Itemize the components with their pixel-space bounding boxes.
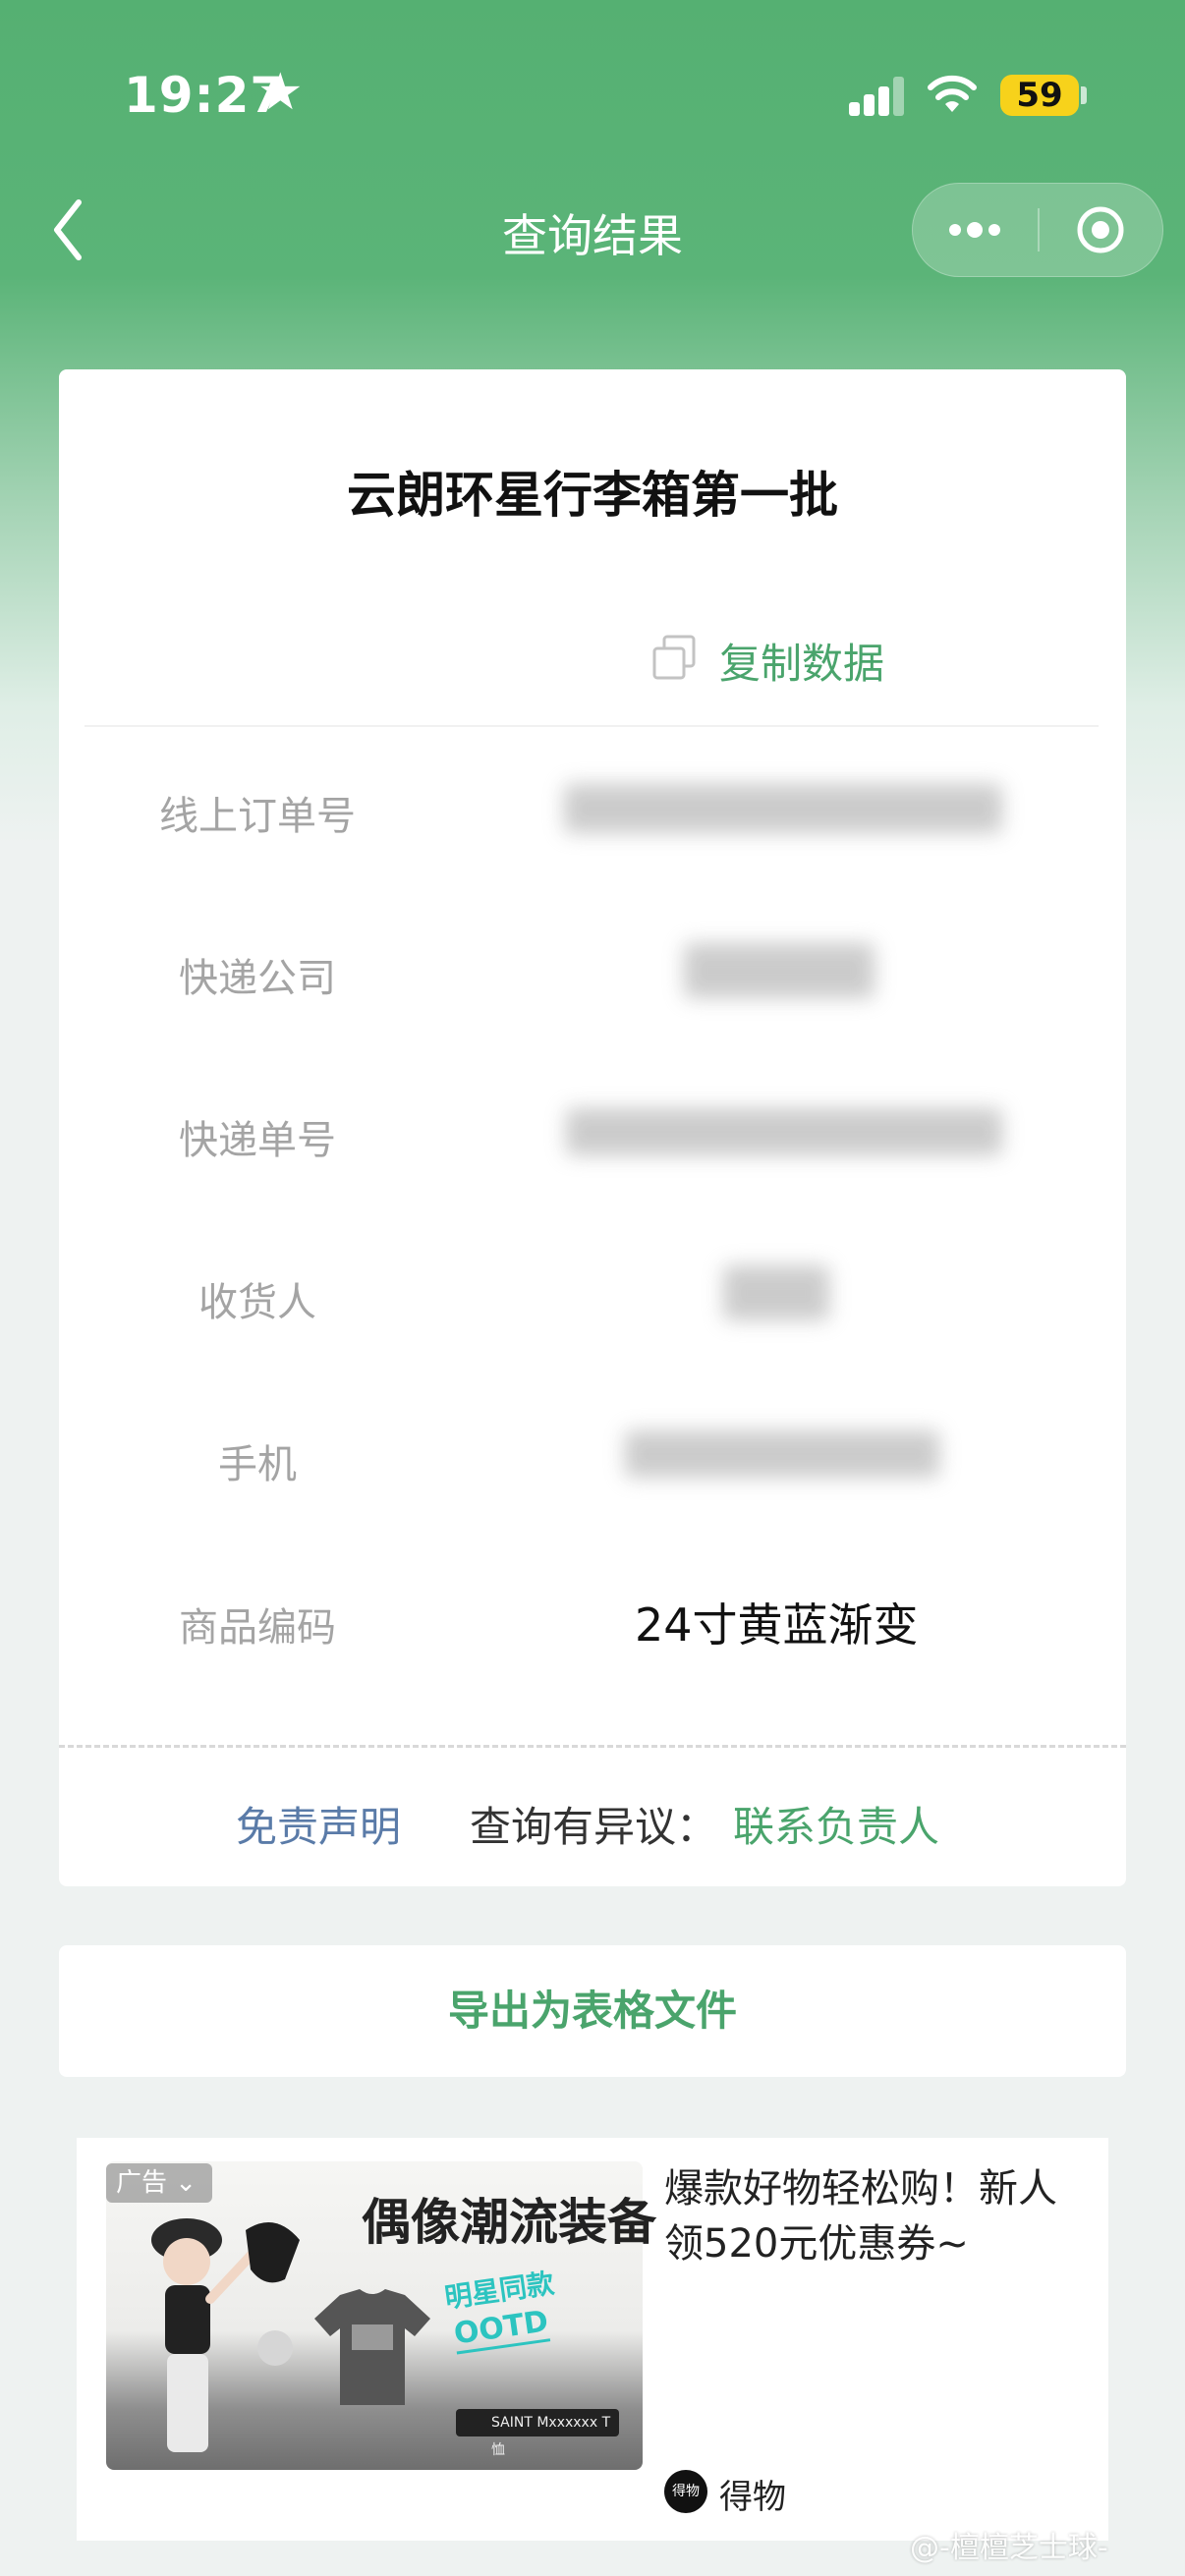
copy-data-button[interactable]: 复制数据 — [719, 631, 884, 691]
label-online-order-no: 线上订单号 — [159, 794, 356, 839]
label-product-code: 商品编码 — [179, 1605, 336, 1651]
battery-nub — [1081, 86, 1087, 104]
ad-tag-text: 广告 — [116, 2168, 168, 2198]
ad-search-bar: SAINT Mxxxxxx T恤 — [456, 2409, 619, 2458]
close-miniprogram-icon[interactable] — [1075, 204, 1126, 255]
capsule-divider — [1038, 208, 1040, 252]
redacted-tracking-no — [566, 1108, 1002, 1155]
redacted-phone — [625, 1430, 939, 1478]
export-spreadsheet-button[interactable]: 导出为表格文件 — [59, 1945, 1126, 2077]
divider — [85, 725, 1099, 727]
batch-title: 云朗环星行李箱第一批 — [347, 467, 838, 524]
redacted-recipient — [723, 1265, 829, 1320]
battery-icon: 59 — [1000, 75, 1079, 116]
label-recipient: 收货人 — [198, 1280, 316, 1325]
ad-tshirt-image — [314, 2289, 430, 2405]
more-dots-icon[interactable] — [945, 212, 1004, 248]
ad-brand-name[interactable]: 得物 — [719, 2470, 786, 2518]
query-objection-label: 查询有异议： — [470, 1803, 718, 1851]
cellular-signal-icon — [849, 77, 906, 116]
star-icon: ★ — [257, 63, 304, 122]
contact-owner-link[interactable]: 联系负责人 — [733, 1794, 939, 1854]
product-code-value: 24寸黄蓝渐变 — [635, 1598, 919, 1652]
copy-icon[interactable] — [649, 633, 700, 684]
redacted-order-no — [564, 784, 1002, 833]
ad-model-figure — [151, 2218, 300, 2452]
label-courier: 快递公司 — [179, 956, 336, 1001]
dewu-logo-icon: 得物 — [664, 2470, 707, 2513]
weibo-watermark: @-檀檀芝士球- — [910, 2531, 1108, 2565]
disclaimer-link[interactable]: 免责声明 — [236, 1794, 401, 1854]
wifi-icon — [928, 75, 977, 112]
label-tracking-no: 快递单号 — [179, 1118, 336, 1163]
redacted-courier — [684, 943, 875, 998]
label-phone: 手机 — [218, 1442, 297, 1487]
ad-label-badge[interactable]: 广告 ⌄ — [106, 2163, 212, 2203]
ad-headline: 偶像潮流装备 — [362, 2194, 656, 2251]
ad-description[interactable]: 爆款好物轻松购！新人领520元优惠券~ — [664, 2161, 1091, 2271]
dashed-divider — [59, 1745, 1126, 1748]
